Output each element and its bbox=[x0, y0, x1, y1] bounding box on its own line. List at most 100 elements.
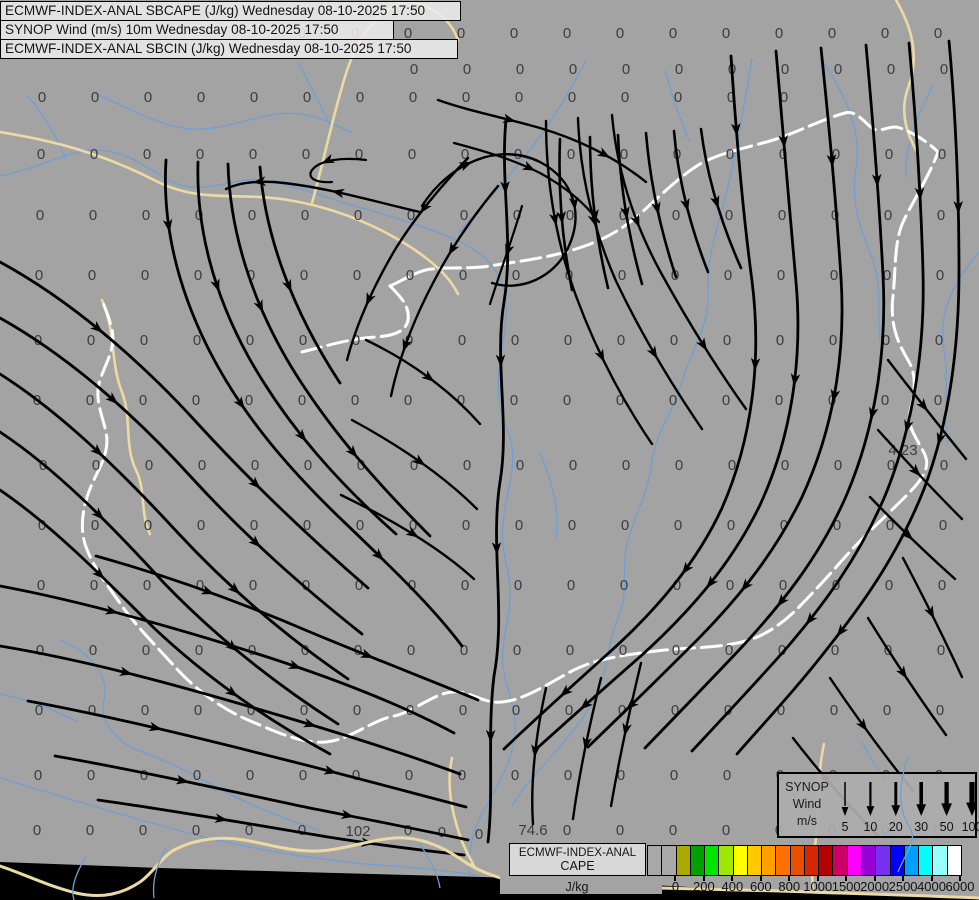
grid-value-label: 0 bbox=[409, 89, 417, 106]
grid-value-label: 0 bbox=[192, 822, 200, 839]
grid-value-label: 0 bbox=[194, 267, 202, 284]
grid-value-label: 0 bbox=[463, 457, 471, 474]
grid-value-label: 0 bbox=[669, 25, 677, 42]
grid-value-label: 0 bbox=[459, 702, 467, 719]
grid-value-label: 0 bbox=[144, 517, 152, 534]
grid-value-label: 0 bbox=[35, 267, 43, 284]
cape-legend-source: ECMWF-INDEX-ANAL bbox=[518, 846, 637, 859]
grid-value-label: 0 bbox=[938, 577, 946, 594]
grid-value-label: 0 bbox=[195, 642, 203, 659]
grid-value-label: 0 bbox=[197, 517, 205, 534]
grid-value-label: 0 bbox=[90, 577, 98, 594]
grid-value-label: 0 bbox=[407, 642, 415, 659]
grid-value-label: 0 bbox=[408, 146, 416, 163]
grid-value-label: 0 bbox=[564, 332, 572, 349]
grid-value-label: 0 bbox=[304, 457, 312, 474]
wind-legend-box: SYNOP Wind m/s 5 10 20 30 50 100 bbox=[777, 772, 979, 838]
grid-value-label: 0 bbox=[139, 392, 147, 409]
grid-value-label: 0 bbox=[781, 61, 789, 78]
wind-arrow-icon bbox=[966, 802, 977, 816]
grid-value-label: 0 bbox=[143, 577, 151, 594]
grid-value-label: 0 bbox=[568, 517, 576, 534]
title-synop-wind: SYNOP Wind (m/s) 10m Wednesday 08-10-202… bbox=[0, 20, 394, 40]
cape-colorbar-cell bbox=[718, 846, 733, 875]
cape-scale-label: 6000 bbox=[945, 879, 975, 894]
grid-value-label: 0 bbox=[777, 267, 785, 284]
grid-value-label: 0 bbox=[33, 822, 41, 839]
grid-value-label: 0 bbox=[406, 267, 414, 284]
cape-colorbar-cell bbox=[789, 846, 804, 875]
cape-scale-label: 2000 bbox=[860, 879, 890, 894]
wind-speed-label: 30 bbox=[914, 820, 929, 834]
wind-speed-label: 100 bbox=[961, 820, 979, 834]
grid-value-label: 0 bbox=[140, 767, 148, 784]
grid-value-label: 0 bbox=[405, 767, 413, 784]
grid-value-label: 0 bbox=[516, 61, 524, 78]
grid-value-label: 0 bbox=[144, 89, 152, 106]
grid-value-label: 0 bbox=[140, 332, 148, 349]
grid-value-label: 0 bbox=[353, 267, 361, 284]
grid-value-label: 0 bbox=[881, 392, 889, 409]
wind-arrow-icon bbox=[891, 805, 901, 816]
grid-value-label: 0 bbox=[301, 207, 309, 224]
cape-colorbar-cell bbox=[918, 846, 933, 875]
grid-value-label: 0 bbox=[938, 146, 946, 163]
grid-value-label: 0 bbox=[463, 61, 471, 78]
cape-colorbar-cell bbox=[775, 846, 790, 875]
grid-value-label: 0 bbox=[723, 767, 731, 784]
cape-colorbar-cell bbox=[832, 846, 847, 875]
wind-arrow-icon bbox=[916, 804, 927, 816]
cape-scale-label: 1500 bbox=[831, 879, 861, 894]
grid-value-label: 0 bbox=[830, 702, 838, 719]
grid-value-label: 0 bbox=[459, 267, 467, 284]
grid-value-label: 0 bbox=[567, 146, 575, 163]
map-canvas[interactable]: 0 0 0 0 0 0 0 0 0 0 0 0 0 0 0 0 0 0 0 0 0 0 0 0 0 0 0 0 0 0 0 0 0 0 0 0 0 0 0 0… bbox=[0, 0, 979, 900]
grid-value-label: 0 bbox=[142, 642, 150, 659]
grid-value-label: 0 bbox=[461, 577, 469, 594]
grid-value-label: 0 bbox=[726, 146, 734, 163]
cape-legend-title-box: ECMWF-INDEX-ANAL CAPE bbox=[509, 843, 646, 876]
grid-value-label: 0 bbox=[622, 457, 630, 474]
grid-value-label: 0 bbox=[92, 457, 100, 474]
grid-value-label: 0 bbox=[618, 267, 626, 284]
grid-value-label: 0 bbox=[727, 517, 735, 534]
grid-value-label: 0 bbox=[778, 207, 786, 224]
grid-value-label: 0 bbox=[834, 457, 842, 474]
grid-value-label: 0 bbox=[299, 767, 307, 784]
grid-value-label: 0 bbox=[674, 517, 682, 534]
grid-value-label: 0 bbox=[246, 767, 254, 784]
grid-value-label: 0 bbox=[936, 267, 944, 284]
grid-value-label: 0 bbox=[669, 392, 677, 409]
grid-value-label: 0 bbox=[887, 61, 895, 78]
wind-legend-source: SYNOP bbox=[785, 780, 829, 794]
grid-value-label: 0 bbox=[192, 392, 200, 409]
grid-value-label: 0 bbox=[621, 89, 629, 106]
grid-value-label: 0 bbox=[248, 207, 256, 224]
wind-speed-label: 5 bbox=[841, 820, 849, 834]
grid-value-label: 0 bbox=[725, 207, 733, 224]
grid-value-label: 0 bbox=[511, 767, 519, 784]
grid-value-label: 0 bbox=[36, 642, 44, 659]
cape-colorbar-cell bbox=[860, 846, 876, 875]
grid-value-label: 0 bbox=[193, 767, 201, 784]
grid-value-label: 0 bbox=[352, 767, 360, 784]
grid-value-label: 0 bbox=[937, 642, 945, 659]
cape-colorbar-cell bbox=[903, 846, 919, 875]
grid-value-label: 0 bbox=[828, 25, 836, 42]
cape-colorbar-cell bbox=[648, 846, 662, 875]
grid-value-label: 0 bbox=[885, 577, 893, 594]
grid-value-label: 0 bbox=[514, 577, 522, 594]
grid-value-label: 0 bbox=[89, 642, 97, 659]
grid-value-label: 0 bbox=[724, 267, 732, 284]
grid-value-label: 0 bbox=[356, 517, 364, 534]
grid-value-label: 0 bbox=[145, 457, 153, 474]
wind-legend-unit: m/s bbox=[796, 814, 818, 828]
grid-value-label: 0 bbox=[88, 702, 96, 719]
grid-value-label: 0 bbox=[622, 61, 630, 78]
cape-colorbar bbox=[647, 845, 962, 876]
grid-value-label: 0 bbox=[723, 332, 731, 349]
grid-value-label: 0 bbox=[675, 457, 683, 474]
grid-value-label: 0 bbox=[775, 25, 783, 42]
title-sbcin: ECMWF-INDEX-ANAL SBCIN (J/kg) Wednesday … bbox=[0, 39, 458, 59]
grid-value-label: 0 bbox=[510, 25, 518, 42]
